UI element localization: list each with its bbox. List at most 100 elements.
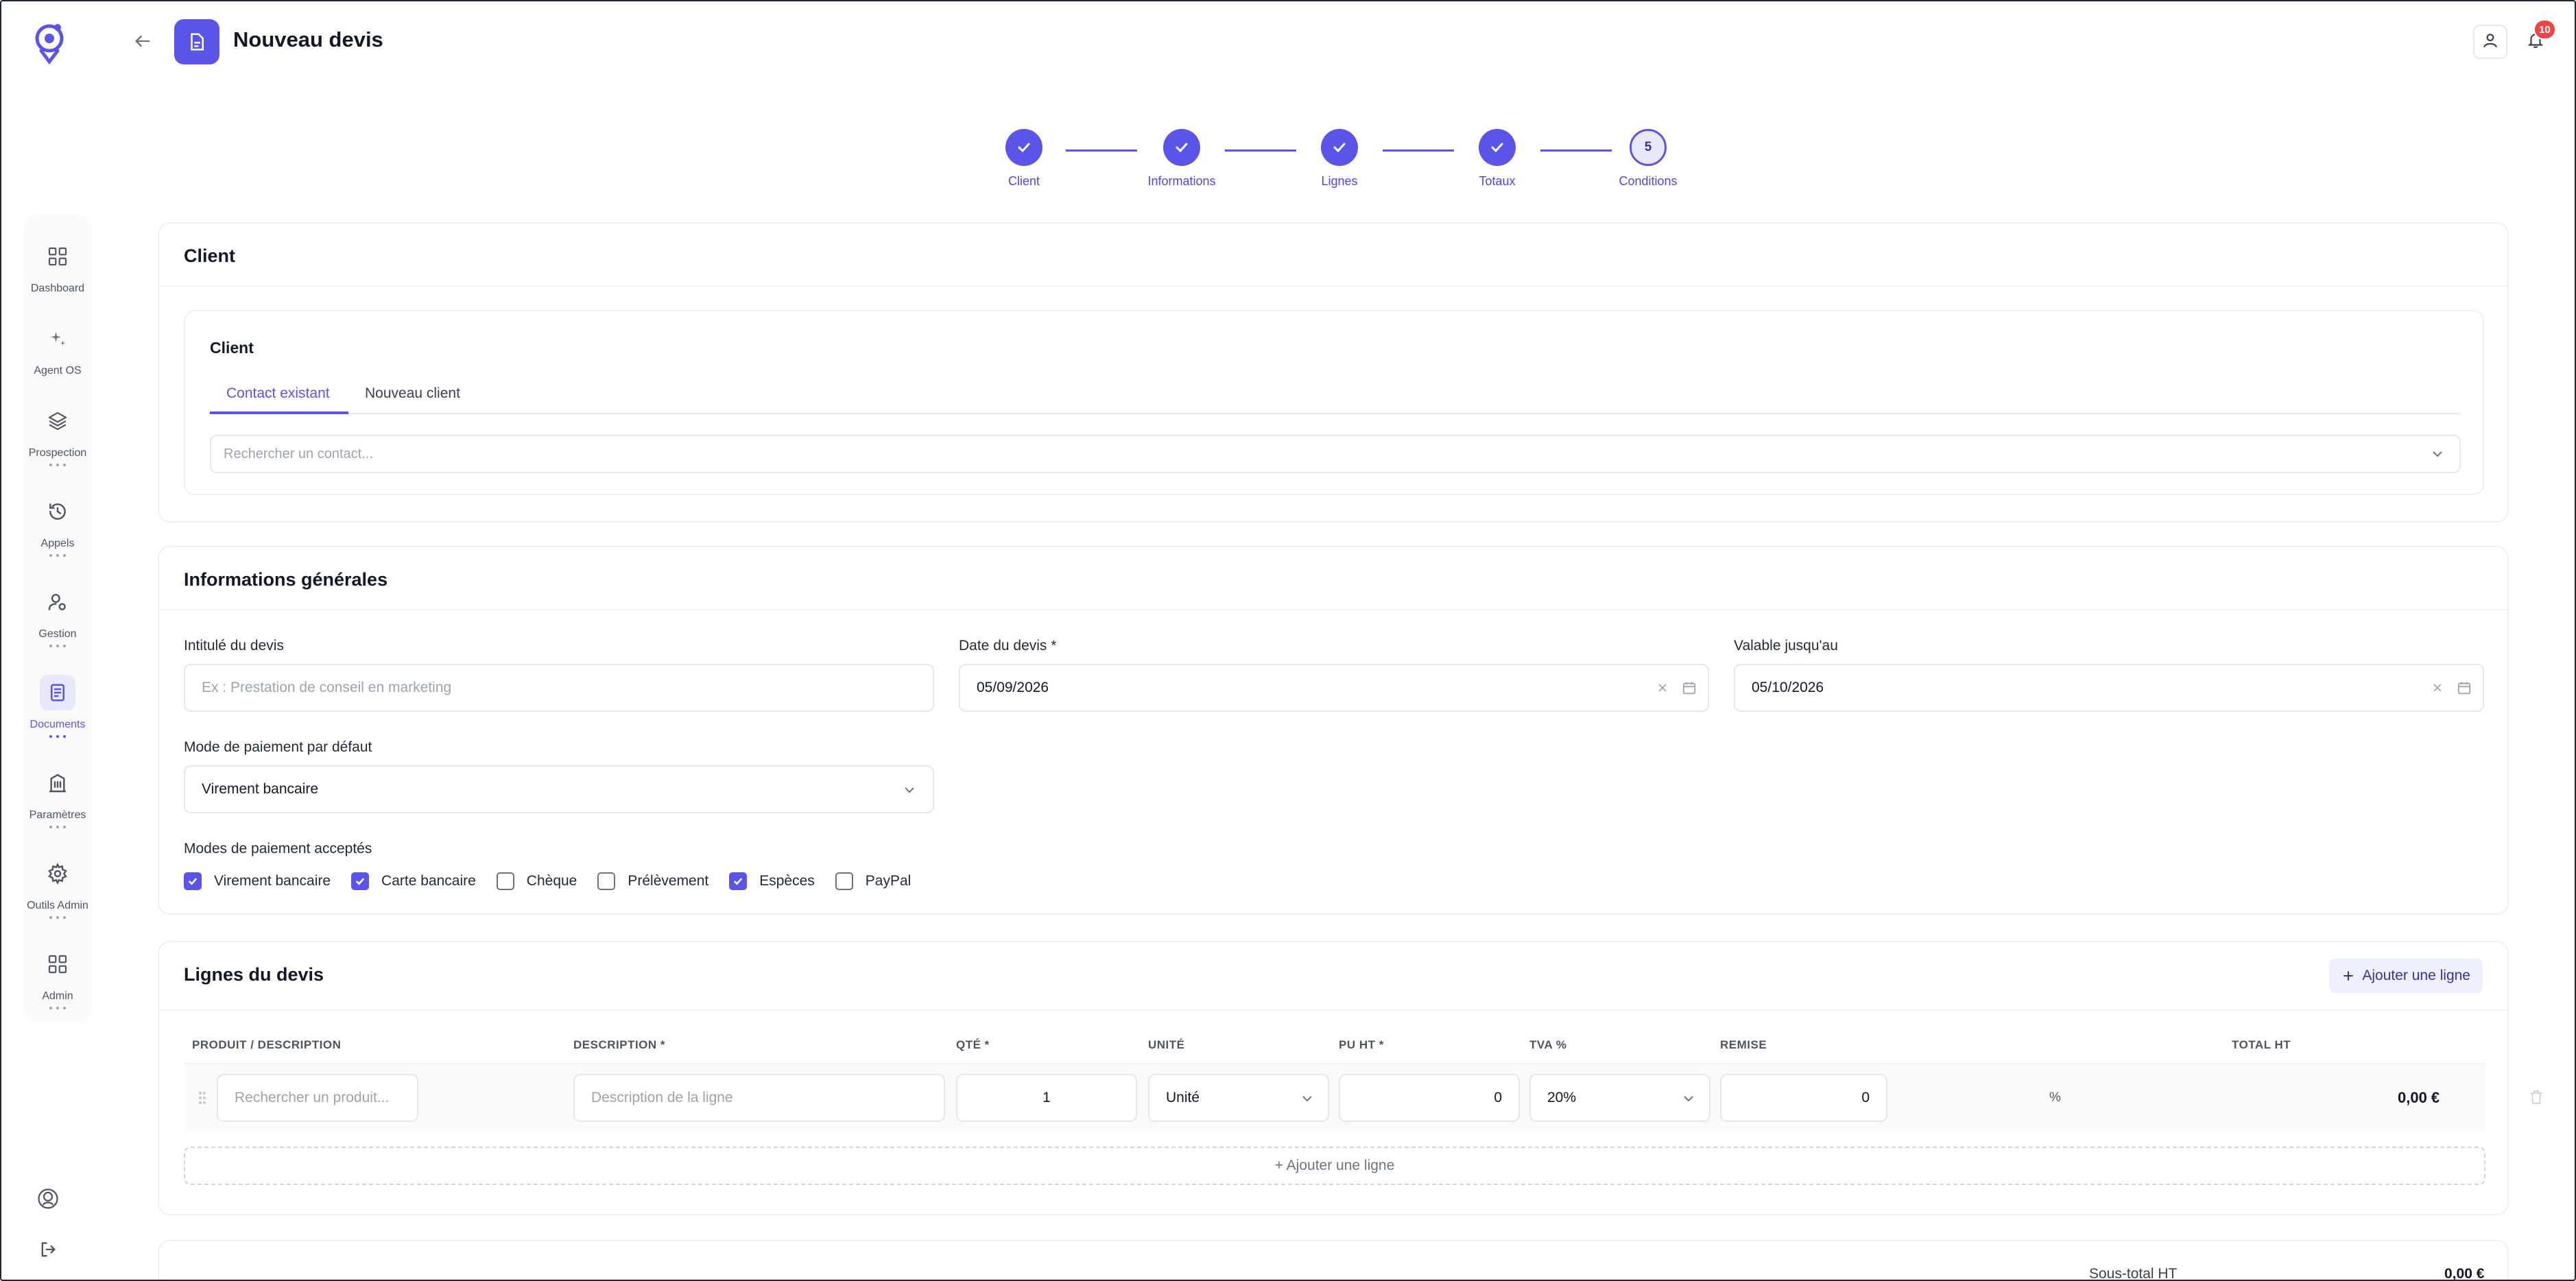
chevron-down-icon xyxy=(1680,1090,1697,1111)
check-icon xyxy=(1018,143,1030,153)
product-search-input[interactable]: Rechercher un produit... xyxy=(217,1074,418,1122)
trash-icon[interactable] xyxy=(2528,1089,2544,1109)
chevron-down-icon xyxy=(1299,1090,1315,1111)
sidebar-item-documents[interactable]: Documents xyxy=(23,675,92,757)
step-connector xyxy=(1225,149,1296,152)
sidebar-item-appels[interactable]: Appels xyxy=(23,494,92,576)
sidebar-item-label: Documents xyxy=(29,719,86,730)
tab-new-client[interactable]: Nouveau client xyxy=(365,385,460,402)
sidebar-item-parametres[interactable]: Paramètres xyxy=(23,765,92,848)
payment-mode-select[interactable]: Virement bancaire xyxy=(184,765,934,813)
document-icon xyxy=(40,675,75,710)
step-label: Informations xyxy=(1147,174,1216,188)
unit-select[interactable]: Unité xyxy=(1148,1074,1329,1122)
active-tab-indicator xyxy=(210,411,348,414)
sidebar-item-prospection[interactable]: Prospection xyxy=(23,403,92,486)
more-dots-icon[interactable] xyxy=(49,826,66,830)
layers-icon xyxy=(40,403,75,439)
checkbox-especes[interactable]: Espèces xyxy=(729,872,815,890)
sidebar-item-dashboard[interactable]: Dashboard xyxy=(23,239,92,321)
checkbox-carte[interactable]: Carte bancaire xyxy=(351,872,476,890)
quote-title-label: Intitulé du devis xyxy=(184,638,284,654)
step-totaux[interactable] xyxy=(1479,129,1516,166)
qty-input[interactable]: 1 xyxy=(956,1074,1137,1122)
card-title: Client xyxy=(184,246,236,266)
calendar-icon[interactable] xyxy=(1682,680,1697,695)
date-label: Date du devis * xyxy=(959,638,1057,654)
divider xyxy=(159,609,2507,610)
valid-until-input[interactable]: 05/10/2026 xyxy=(1734,664,2484,712)
sidebar: Dashboard Agent OS Prospection Appels Ge… xyxy=(23,214,92,1023)
contact-search-input[interactable]: Rechercher un contact... xyxy=(210,435,2461,473)
sparkles-icon xyxy=(40,321,75,357)
tva-select[interactable]: 20% xyxy=(1529,1074,1710,1122)
org-avatar-icon[interactable] xyxy=(34,1185,62,1212)
check-icon xyxy=(355,878,365,885)
col-qty: QTÉ * xyxy=(956,1038,990,1051)
checkbox-label: Carte bancaire xyxy=(381,873,476,889)
checkbox-label: Espèces xyxy=(759,873,815,889)
step-label: Client xyxy=(1007,174,1040,188)
subtotal-value: 0,00 € xyxy=(2444,1266,2485,1281)
checkbox-cheque[interactable]: Chèque xyxy=(496,872,577,890)
drag-handle-icon[interactable] xyxy=(198,1090,207,1109)
pu-ht-input[interactable]: 0 xyxy=(1339,1074,1520,1122)
col-total-ht: TOTAL HT xyxy=(2232,1038,2291,1051)
discount-input[interactable]: 0 xyxy=(1720,1074,1887,1122)
step-informations[interactable] xyxy=(1163,129,1200,166)
lines-card: Lignes du devis Ajouter une ligne PRODUI… xyxy=(158,941,2542,1215)
checkbox-box[interactable] xyxy=(729,872,748,890)
checkbox-box[interactable] xyxy=(835,872,853,890)
tab-existing-contact[interactable]: Contact existant xyxy=(226,385,330,402)
sidebar-item-agent-os[interactable]: Agent OS xyxy=(23,321,92,403)
more-dots-icon[interactable] xyxy=(49,735,66,739)
table-row: Rechercher un produit... Description de … xyxy=(184,1063,2542,1132)
checkbox-box[interactable] xyxy=(496,872,514,890)
tva-value: 20% xyxy=(1547,1090,1577,1105)
checkbox-box[interactable] xyxy=(351,872,370,890)
info-card: Informations générales Intitulé du devis… xyxy=(158,546,2509,915)
checkbox-paypal[interactable]: PayPal xyxy=(835,872,911,890)
more-dots-icon[interactable] xyxy=(49,645,66,649)
notification-count-badge: 10 xyxy=(2533,19,2556,40)
step-label: Conditions xyxy=(1619,174,1678,188)
quote-title-input[interactable]: Ex : Prestation de conseil en marketing xyxy=(184,664,934,712)
checkbox-prelevement[interactable]: Prélèvement xyxy=(597,872,708,890)
calendar-icon[interactable] xyxy=(2457,680,2472,695)
line-description-input[interactable]: Description de la ligne xyxy=(573,1074,945,1122)
client-inner-card: Client Contact existant Nouveau client R… xyxy=(184,310,2484,495)
clear-icon[interactable] xyxy=(1656,681,1669,695)
sidebar-item-outils-admin[interactable]: Outils Admin xyxy=(23,856,92,938)
step-connector xyxy=(1066,149,1137,152)
sidebar-item-gestion[interactable]: Gestion xyxy=(23,584,92,667)
clear-icon[interactable] xyxy=(2431,681,2444,695)
sidebar-item-label: Dashboard xyxy=(30,283,85,294)
sidebar-item-label: Outils Admin xyxy=(27,900,88,911)
checkbox-box[interactable] xyxy=(184,872,202,890)
more-dots-icon[interactable] xyxy=(49,554,66,558)
accepted-modes-group: Virement bancaire Carte bancaire Chèque … xyxy=(184,871,931,891)
logout-icon[interactable] xyxy=(34,1236,62,1263)
more-dots-icon[interactable] xyxy=(49,916,66,920)
step-label: Lignes xyxy=(1321,174,1358,188)
app-logo[interactable] xyxy=(32,21,67,65)
divider xyxy=(159,1009,2507,1011)
col-discount: REMISE xyxy=(1720,1038,1767,1051)
step-lignes[interactable] xyxy=(1321,129,1358,166)
add-line-dashed-button[interactable]: + Ajouter une ligne xyxy=(184,1147,2485,1185)
step-client[interactable] xyxy=(1005,129,1042,166)
valid-until-label: Valable jusqu'au xyxy=(1734,638,1838,654)
back-button[interactable] xyxy=(129,27,156,55)
user-button[interactable] xyxy=(2473,25,2507,59)
payment-mode-value: Virement bancaire xyxy=(202,781,319,797)
checkbox-box[interactable] xyxy=(597,872,616,890)
history-icon xyxy=(40,494,75,529)
add-line-button[interactable]: Ajouter une ligne xyxy=(2329,959,2483,993)
user-settings-icon xyxy=(40,584,75,620)
more-dots-icon[interactable] xyxy=(49,464,66,468)
checkbox-virement[interactable]: Virement bancaire xyxy=(184,872,331,890)
more-dots-icon[interactable] xyxy=(49,1007,66,1011)
sidebar-item-admin[interactable]: Admin xyxy=(23,946,92,1029)
date-input[interactable]: 05/09/2026 xyxy=(959,664,1709,712)
step-conditions[interactable]: 5 xyxy=(1630,129,1667,166)
